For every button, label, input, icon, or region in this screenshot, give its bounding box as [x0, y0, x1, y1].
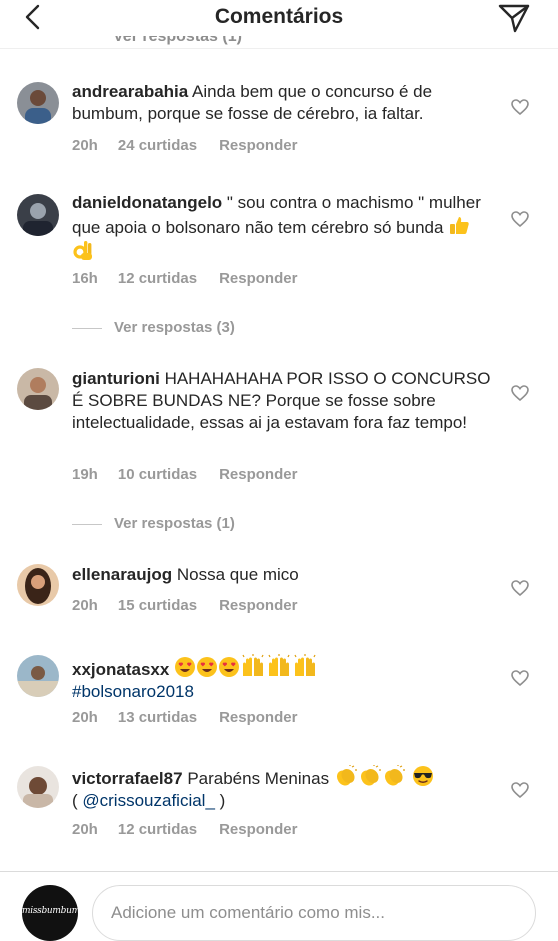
avatar[interactable] [17, 194, 59, 236]
like-heart-icon[interactable] [510, 780, 530, 800]
clapping-hands-emoji-icon [336, 765, 357, 786]
comment-likes[interactable]: 12 curtidas [118, 270, 197, 287]
view-replies-link-cutoff[interactable]: Ver respostas (1) [113, 36, 242, 48]
raised-hands-emoji-icon [242, 654, 264, 676]
avatar-logo-text: missbumbum [22, 906, 78, 916]
comment-text: danieldonatangelo " sou contra o machism… [72, 192, 492, 264]
comment-body: Parabéns Meninas [187, 769, 330, 788]
avatar[interactable] [17, 766, 59, 808]
hashtag-link[interactable]: #bolsonaro2018 [72, 682, 194, 701]
composer-divider [0, 871, 558, 872]
ok-hand-emoji-icon [73, 241, 92, 260]
like-heart-icon[interactable] [510, 578, 530, 598]
mention-paren-close: ) [214, 791, 226, 810]
paper-plane-icon [498, 4, 530, 33]
clapping-hands-emoji-icon [360, 765, 381, 786]
comment-text: xxjonatasxx #bolsonaro2018 [72, 654, 492, 703]
like-heart-icon[interactable] [510, 668, 530, 688]
like-heart-icon[interactable] [510, 383, 530, 403]
header-divider [0, 48, 558, 49]
comment-text: gianturioni HAHAHAHAHA POR ISSO O CONCUR… [72, 368, 492, 434]
view-replies-link[interactable]: Ver respostas (3) [72, 319, 235, 336]
replies-divider-line [72, 523, 102, 525]
comment-username[interactable]: ellenaraujog [72, 565, 172, 584]
avatar[interactable] [17, 82, 59, 124]
comment-meta: 20h 24 curtidas Responder [72, 137, 297, 154]
comment-username[interactable]: gianturioni [72, 369, 160, 388]
clapping-hands-emoji-icon [384, 765, 405, 786]
like-heart-icon[interactable] [510, 97, 530, 117]
direct-share-button[interactable] [494, 0, 534, 36]
comment-text: ellenaraujog Nossa que mico [72, 564, 492, 586]
comment-body: Nossa que mico [176, 565, 299, 584]
comment-text: andrearabahia Ainda bem que o concurso é… [72, 81, 492, 125]
view-replies-link[interactable]: Ver respostas (1) [72, 515, 235, 532]
comment-meta: 16h 12 curtidas Responder [72, 270, 297, 287]
comment-likes[interactable]: 15 curtidas [118, 597, 197, 614]
heart-eyes-emoji-icon [197, 657, 218, 677]
avatar[interactable] [17, 564, 59, 606]
reply-button[interactable]: Responder [219, 709, 297, 726]
comment-time: 20h [72, 821, 98, 838]
reply-button[interactable]: Responder [219, 821, 297, 838]
comment-time: 20h [72, 709, 98, 726]
comment-time: 16h [72, 270, 98, 287]
raised-hands-emoji-icon [294, 654, 316, 676]
avatar[interactable] [17, 368, 59, 410]
comment-likes[interactable]: 13 curtidas [118, 709, 197, 726]
view-replies-label: Ver respostas (1) [114, 515, 235, 532]
comment-username[interactable]: andrearabahia [72, 82, 188, 101]
comment-time: 20h [72, 597, 98, 614]
top-bar: Comentários [0, 0, 558, 36]
replies-divider-line [72, 327, 102, 329]
comment-username[interactable]: victorrafael87 [72, 769, 183, 788]
sunglasses-face-emoji-icon [412, 766, 433, 786]
reply-button[interactable]: Responder [219, 466, 297, 483]
avatar[interactable] [17, 655, 59, 697]
page-title: Comentários [214, 5, 344, 28]
comment-time: 19h [72, 466, 98, 483]
reply-button[interactable]: Responder [219, 597, 297, 614]
comment-meta: 20h 13 curtidas Responder [72, 709, 297, 726]
comment-likes[interactable]: 12 curtidas [118, 821, 197, 838]
view-replies-label: Ver respostas (3) [114, 319, 235, 336]
heart-eyes-emoji-icon [219, 657, 240, 677]
mention-link[interactable]: @crissouzaficial_ [82, 791, 215, 810]
raised-hands-emoji-icon [268, 654, 290, 676]
comment-username[interactable]: danieldonatangelo [72, 193, 222, 212]
comment-username[interactable]: xxjonatasxx [72, 660, 169, 679]
comment-text: victorrafael87 Parabéns Meninas ( @criss… [72, 765, 492, 812]
reply-button[interactable]: Responder [219, 137, 297, 154]
mention-paren-open: ( [72, 791, 83, 810]
like-heart-icon[interactable] [510, 209, 530, 229]
comment-time: 20h [72, 137, 98, 154]
comment-likes[interactable]: 10 curtidas [118, 466, 197, 483]
comment-meta: 20h 15 curtidas Responder [72, 597, 297, 614]
comment-likes[interactable]: 24 curtidas [118, 137, 197, 154]
comment-meta: 19h 10 curtidas Responder [72, 466, 297, 483]
comment-meta: 20h 12 curtidas Responder [72, 821, 297, 838]
reply-button[interactable]: Responder [219, 270, 297, 287]
thumbs-up-emoji-icon [450, 217, 469, 234]
heart-eyes-emoji-icon [175, 657, 196, 677]
